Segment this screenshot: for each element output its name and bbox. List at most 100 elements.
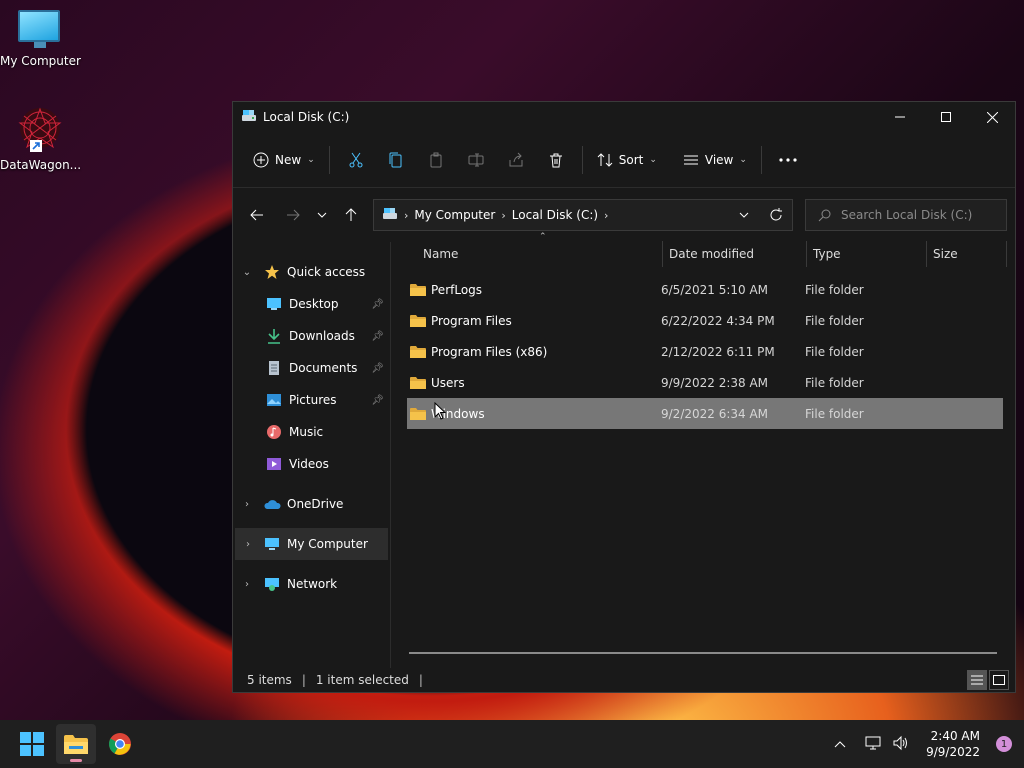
- column-size[interactable]: Size: [927, 241, 1007, 267]
- back-button[interactable]: [241, 199, 273, 231]
- file-type: File folder: [805, 406, 864, 421]
- command-bar: New ⌄ Sort ⌄ View ⌄: [233, 132, 1015, 188]
- sort-label: Sort: [618, 152, 644, 167]
- chevron-right-icon[interactable]: ›: [233, 579, 261, 590]
- notification-badge[interactable]: 1: [996, 736, 1012, 752]
- file-row[interactable]: PerfLogs 6/5/2021 5:10 AM File folder: [407, 274, 1003, 305]
- window-title: Local Disk (C:): [263, 110, 350, 124]
- large-icons-view-button[interactable]: [989, 670, 1009, 690]
- title-bar[interactable]: Local Disk (C:): [233, 102, 1015, 132]
- file-date: 2/12/2022 6:11 PM: [661, 344, 775, 359]
- nav-label: My Computer: [287, 537, 368, 551]
- nav-label: Network: [287, 577, 338, 591]
- file-name: Program Files (x86): [431, 344, 548, 359]
- clock[interactable]: 2:40 AM 9/9/2022: [926, 728, 980, 760]
- new-button[interactable]: New ⌄: [245, 144, 323, 176]
- nav-item-pictures[interactable]: Pictures 📌︎: [233, 384, 390, 416]
- file-date: 9/9/2022 2:38 AM: [661, 375, 769, 390]
- folder-icon: [410, 345, 426, 358]
- new-label: New: [275, 152, 302, 167]
- up-button[interactable]: [335, 199, 367, 231]
- network-status-icon[interactable]: [864, 735, 882, 754]
- videos-icon: [263, 457, 285, 471]
- nav-quick-access[interactable]: ⌄ Quick access: [233, 256, 390, 288]
- file-row[interactable]: Program Files (x86) 2/12/2022 6:11 PM File…: [407, 336, 1003, 367]
- arrow-right-icon: [287, 209, 300, 221]
- folder-icon: [410, 314, 426, 327]
- chevron-right-icon[interactable]: ›: [235, 539, 261, 550]
- folder-icon: [410, 376, 426, 389]
- folder-icon: [410, 283, 426, 296]
- file-explorer-window: Local Disk (C:) New ⌄ Sort ⌄ View ⌄ › My…: [232, 101, 1016, 693]
- scissors-icon: [349, 152, 363, 167]
- show-hidden-icons-button[interactable]: [834, 737, 846, 751]
- file-row[interactable]: Users 9/9/2022 2:38 AM File folder: [407, 367, 1003, 398]
- file-date: 6/5/2021 5:10 AM: [661, 282, 769, 297]
- downloads-icon: [263, 328, 285, 344]
- details-view-button[interactable]: [967, 670, 987, 690]
- copy-button[interactable]: [376, 144, 416, 176]
- forward-button[interactable]: [277, 199, 309, 231]
- search-box[interactable]: Search Local Disk (C:): [805, 199, 1007, 231]
- drive-icon: [241, 109, 257, 126]
- nav-onedrive[interactable]: › OneDrive: [233, 488, 390, 520]
- breadcrumb-my-computer[interactable]: My Computer: [414, 208, 495, 222]
- folder-icon: [64, 735, 88, 754]
- selection-count: 1 item selected: [315, 673, 409, 687]
- paste-button[interactable]: [416, 144, 456, 176]
- star-icon: [261, 264, 283, 280]
- recent-locations-button[interactable]: [309, 199, 335, 231]
- breadcrumb-local-disk[interactable]: Local Disk (C:): [512, 208, 598, 222]
- computer-icon: [18, 10, 62, 50]
- nav-item-videos[interactable]: Videos: [233, 448, 390, 480]
- chevron-down-icon[interactable]: ⌄: [233, 267, 261, 278]
- volume-icon[interactable]: [892, 735, 910, 754]
- chevron-right-icon[interactable]: ›: [604, 209, 608, 222]
- column-type[interactable]: Type: [807, 241, 927, 267]
- nav-network[interactable]: › Network: [233, 568, 390, 600]
- minimize-button[interactable]: [877, 102, 923, 132]
- file-type: File folder: [805, 282, 864, 297]
- address-bar[interactable]: › My Computer › Local Disk (C:) ›: [373, 199, 793, 231]
- file-name: Users: [431, 375, 465, 390]
- address-dropdown-button[interactable]: [728, 200, 760, 230]
- file-row[interactable]: Program Files 6/22/2022 4:34 PM File folde…: [407, 305, 1003, 336]
- chevron-right-icon[interactable]: ›: [233, 499, 261, 510]
- details-view-icon: [971, 675, 983, 685]
- cut-button[interactable]: [336, 144, 376, 176]
- taskbar-file-explorer[interactable]: [56, 724, 96, 764]
- delete-button[interactable]: [536, 144, 576, 176]
- status-bar: 5 items | 1 item selected |: [233, 668, 1015, 692]
- nav-label: OneDrive: [287, 497, 344, 511]
- maximize-button[interactable]: [923, 102, 969, 132]
- view-button[interactable]: View ⌄: [675, 144, 755, 176]
- refresh-icon: [770, 208, 782, 221]
- desktop-icon-datawagon[interactable]: DataWagon...: [0, 106, 82, 172]
- nav-my-computer[interactable]: › My Computer: [235, 528, 388, 560]
- column-name[interactable]: Name: [391, 241, 663, 267]
- refresh-button[interactable]: [760, 200, 792, 230]
- more-button[interactable]: [768, 144, 808, 176]
- horizontal-scrollbar[interactable]: [409, 652, 997, 654]
- desktop-icon-my-computer[interactable]: My Computer: [0, 10, 81, 68]
- trash-icon: [549, 153, 562, 167]
- nav-item-music[interactable]: Music: [233, 416, 390, 448]
- file-row[interactable]: Windows 9/2/2022 6:34 AM File folder: [407, 398, 1003, 429]
- rename-button[interactable]: [456, 144, 496, 176]
- clock-time: 2:40 AM: [930, 729, 980, 743]
- nav-item-desktop[interactable]: Desktop 📌︎: [233, 288, 390, 320]
- start-button[interactable]: [12, 724, 52, 764]
- file-name: PerfLogs: [431, 282, 483, 297]
- nav-item-downloads[interactable]: Downloads 📌︎: [233, 320, 390, 352]
- close-button[interactable]: [969, 102, 1015, 132]
- desktop-icon-label: DataWagon...: [0, 158, 82, 172]
- share-button[interactable]: [496, 144, 536, 176]
- view-label: View: [704, 152, 734, 167]
- nav-label: Desktop: [289, 297, 339, 311]
- column-date-modified[interactable]: Date modified: [663, 241, 807, 267]
- nav-item-documents[interactable]: Documents 📌︎: [233, 352, 390, 384]
- sort-button[interactable]: Sort ⌄: [589, 144, 665, 176]
- file-list: ⌃ Name Date modified Type Size PerfLogs 6…: [391, 232, 1015, 668]
- taskbar-chrome[interactable]: [100, 724, 140, 764]
- file-name-cell: Program Files: [407, 314, 661, 328]
